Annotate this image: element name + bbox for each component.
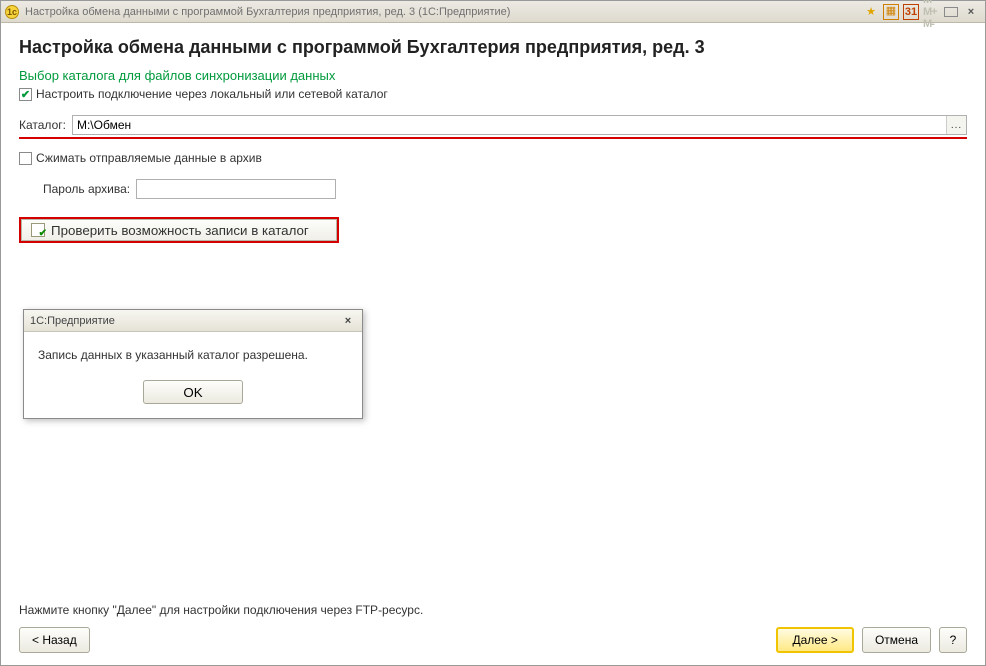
- document-check-icon: [31, 223, 45, 237]
- close-icon[interactable]: ×: [963, 4, 979, 20]
- archive-password-input[interactable]: [136, 179, 336, 199]
- dialog-titlebar: 1С:Предприятие ×: [24, 310, 362, 332]
- calendar-icon[interactable]: 31: [903, 4, 919, 20]
- catalog-row: Каталог: ...: [19, 115, 967, 135]
- dialog-title: 1С:Предприятие: [30, 315, 115, 327]
- dialog-message: Запись данных в указанный каталог разреш…: [38, 348, 348, 362]
- calculator-icon[interactable]: ▦: [883, 4, 899, 20]
- archive-password-row: Пароль архива:: [43, 179, 967, 199]
- message-dialog: 1С:Предприятие × Запись данных в указанн…: [23, 309, 363, 419]
- help-button[interactable]: ?: [939, 627, 967, 653]
- page-title: Настройка обмена данными с программой Бу…: [19, 37, 967, 58]
- compress-checkbox[interactable]: ✔: [19, 152, 32, 165]
- window-titlebar: 1c Настройка обмена данными с программой…: [1, 1, 985, 23]
- catalog-browse-button[interactable]: ...: [946, 116, 966, 134]
- check-write-label: Проверить возможность записи в каталог: [51, 223, 309, 238]
- cancel-button[interactable]: Отмена: [862, 627, 931, 653]
- configure-via-catalog-label: Настроить подключение через локальный ил…: [36, 87, 388, 101]
- archive-password-label: Пароль архива:: [43, 182, 130, 196]
- dialog-ok-button[interactable]: OK: [143, 380, 243, 404]
- catalog-input-wrap: ...: [72, 115, 967, 135]
- configure-via-catalog-row: ✔ Настроить подключение через локальный …: [19, 87, 967, 101]
- catalog-label: Каталог:: [19, 118, 66, 132]
- catalog-input[interactable]: [73, 116, 946, 134]
- back-button[interactable]: < Назад: [19, 627, 90, 653]
- window-title: Настройка обмена данными с программой Бу…: [25, 6, 510, 18]
- catalog-underline: [19, 137, 967, 139]
- compress-row: ✔ Сжимать отправляемые данные в архив: [19, 151, 967, 165]
- favorite-icon[interactable]: ★: [863, 4, 879, 20]
- footer-hint: Нажмите кнопку "Далее" для настройки под…: [19, 603, 967, 617]
- memory-buttons[interactable]: M M+ M-: [923, 4, 939, 20]
- restore-icon[interactable]: [943, 4, 959, 20]
- dialog-close-icon[interactable]: ×: [340, 313, 356, 329]
- footer-buttons: < Назад Далее > Отмена ?: [19, 627, 967, 653]
- section-title: Выбор каталога для файлов синхронизации …: [19, 68, 967, 83]
- app-icon: 1c: [5, 5, 19, 19]
- next-button[interactable]: Далее >: [776, 627, 854, 653]
- check-write-button[interactable]: Проверить возможность записи в каталог: [19, 217, 339, 243]
- compress-label: Сжимать отправляемые данные в архив: [36, 151, 262, 165]
- configure-via-catalog-checkbox[interactable]: ✔: [19, 88, 32, 101]
